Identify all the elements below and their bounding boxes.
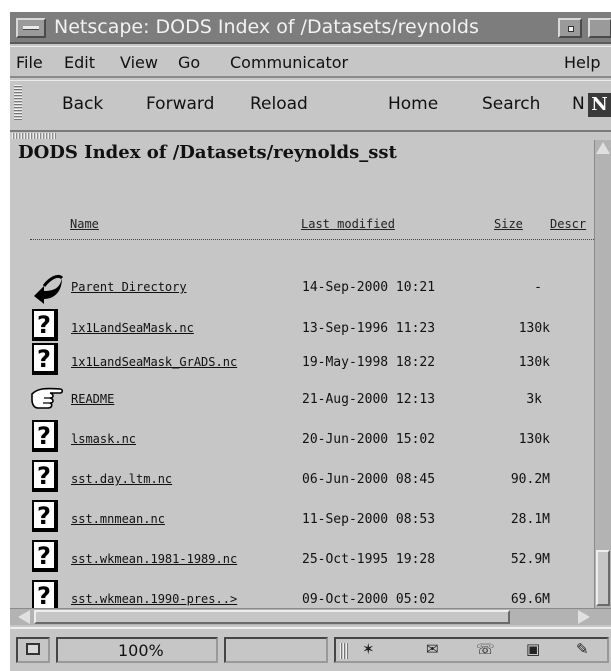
column-header-size[interactable]: Size xyxy=(494,217,523,231)
window-menu-icon xyxy=(23,26,39,30)
file-size: 90.2M xyxy=(510,472,550,487)
minimize-icon xyxy=(568,26,574,32)
file-link[interactable]: lsmask.nc xyxy=(71,432,136,446)
file-link[interactable]: README xyxy=(71,392,114,406)
security-button[interactable] xyxy=(16,637,50,663)
scroll-right-arrow-icon[interactable] xyxy=(578,610,590,624)
menu-communicator[interactable]: Communicator xyxy=(230,53,348,72)
component-bar: ✶ ✉ ☏ ▣ ✎ xyxy=(334,637,609,663)
unknown-file-icon[interactable]: ? xyxy=(32,540,58,572)
list-item: README 21-Aug-2000 12:13 3k xyxy=(10,380,594,420)
file-link[interactable]: 1x1LandSeaMask_GrADS.nc xyxy=(71,355,237,369)
file-modified: 14-Sep-2000 10:21 xyxy=(302,280,436,295)
progress-field: 100% xyxy=(56,637,218,663)
list-item: ? lsmask.nc 20-Jun-2000 15:02 130k xyxy=(10,420,594,460)
file-link[interactable]: sst.wkmean.1981-1989.nc xyxy=(71,552,237,566)
column-header-name[interactable]: Name xyxy=(70,217,99,231)
file-modified: 09-Oct-2000 05:02 xyxy=(302,592,436,607)
file-link[interactable]: 1x1LandSeaMask.nc xyxy=(71,321,194,335)
unknown-file-icon[interactable]: ? xyxy=(32,309,58,341)
browser-window: Netscape: DODS Index of /Datasets/reynol… xyxy=(10,12,611,671)
discussion-icon[interactable]: ☏ xyxy=(476,640,495,658)
vertical-scroll-thumb[interactable] xyxy=(596,550,610,606)
netscape-logo-icon[interactable]: N xyxy=(588,93,611,117)
file-link[interactable]: sst.day.ltm.nc xyxy=(71,472,172,486)
vertical-scrollbar[interactable] xyxy=(594,140,611,608)
horizontal-scroll-thumb[interactable] xyxy=(34,610,510,624)
forward-button[interactable]: Forward xyxy=(146,94,214,114)
menu-bar: File Edit View Go Communicator Help xyxy=(10,46,611,78)
maximize-button[interactable] xyxy=(588,18,611,38)
file-size: 130k xyxy=(518,432,550,447)
list-item: ? 1x1LandSeaMask_GrADS.nc 19-May-1998 18… xyxy=(10,343,594,383)
status-bar: 100% ✶ ✉ ☏ ▣ ✎ xyxy=(10,627,611,671)
unknown-file-icon[interactable]: ? xyxy=(32,420,58,452)
list-item: ? sst.wkmean.1990-pres..> 09-Oct-2000 05… xyxy=(10,580,594,608)
file-size: 28.1M xyxy=(510,512,550,527)
file-modified: 25-Oct-1995 19:28 xyxy=(302,552,436,567)
column-header-last-modified[interactable]: Last modified xyxy=(301,217,395,231)
file-size: 69.6M xyxy=(510,592,550,607)
unknown-file-icon[interactable]: ? xyxy=(32,343,58,375)
hand-pointer-icon[interactable] xyxy=(30,380,64,416)
address-book-icon[interactable]: ▣ xyxy=(526,640,540,658)
navigation-toolbar: Back Forward Reload Home Search N N xyxy=(10,80,611,132)
page-title: DODS Index of /Datasets/reynolds_sst xyxy=(18,142,397,163)
file-modified: 19-May-1998 18:22 xyxy=(302,355,436,370)
back-button[interactable]: Back xyxy=(62,94,103,114)
back-arrow-icon xyxy=(34,274,64,304)
list-item: ? sst.mnmean.nc 11-Sep-2000 08:53 28.1M xyxy=(10,500,594,540)
unknown-file-icon[interactable]: ? xyxy=(32,460,58,492)
scroll-left-arrow-icon[interactable] xyxy=(18,610,30,624)
file-size: 130k xyxy=(518,321,550,336)
list-item: Parent Directory 14-Sep-2000 10:21 - xyxy=(10,268,594,308)
netscape-button-partial[interactable]: N xyxy=(572,94,585,114)
file-modified: 13-Sep-1996 11:23 xyxy=(302,321,436,336)
file-modified: 21-Aug-2000 12:13 xyxy=(302,392,436,407)
file-size: 52.9M xyxy=(510,552,550,567)
file-size: 130k xyxy=(518,355,550,370)
window-menu-button[interactable] xyxy=(16,18,46,38)
page-content: DODS Index of /Datasets/reynolds_sst Nam… xyxy=(10,140,594,608)
progress-percent: 100% xyxy=(118,641,164,660)
title-bar[interactable]: Netscape: DODS Index of /Datasets/reynol… xyxy=(10,12,611,44)
file-modified: 06-Jun-2000 08:45 xyxy=(302,472,436,487)
menu-view[interactable]: View xyxy=(120,53,158,72)
component-bar-grip[interactable] xyxy=(340,643,348,659)
file-link[interactable]: sst.wkmean.1990-pres..> xyxy=(71,592,237,606)
location-bar-grip-handle[interactable] xyxy=(12,133,56,139)
header-divider xyxy=(30,239,594,240)
unknown-file-icon[interactable]: ? xyxy=(32,580,58,608)
search-button[interactable]: Search xyxy=(482,94,540,114)
toolbar-grip-handle[interactable] xyxy=(14,85,22,121)
status-message xyxy=(224,637,328,663)
file-link[interactable]: sst.mnmean.nc xyxy=(71,512,165,526)
reload-button[interactable]: Reload xyxy=(250,94,308,114)
menu-go[interactable]: Go xyxy=(178,53,200,72)
horizontal-scrollbar[interactable] xyxy=(10,608,611,625)
navigator-icon[interactable]: ✶ xyxy=(362,640,375,658)
unknown-file-icon[interactable]: ? xyxy=(32,500,58,532)
file-size: - xyxy=(534,280,542,295)
list-item: ? sst.wkmean.1981-1989.nc 25-Oct-1995 19… xyxy=(10,540,594,580)
minimize-button[interactable] xyxy=(558,18,582,38)
file-modified: 20-Jun-2000 15:02 xyxy=(302,432,436,447)
file-link[interactable]: Parent Directory xyxy=(71,280,187,294)
menu-file[interactable]: File xyxy=(16,53,43,72)
column-header-description[interactable]: Descr xyxy=(550,217,586,231)
window-title: Netscape: DODS Index of /Datasets/reynol… xyxy=(54,16,479,38)
mail-icon[interactable]: ✉ xyxy=(426,640,439,658)
home-button[interactable]: Home xyxy=(388,94,438,114)
menu-edit[interactable]: Edit xyxy=(64,53,95,72)
menu-help[interactable]: Help xyxy=(564,53,600,72)
scroll-up-arrow-icon[interactable] xyxy=(596,142,610,154)
file-modified: 11-Sep-2000 08:53 xyxy=(302,512,436,527)
composer-icon[interactable]: ✎ xyxy=(576,640,589,658)
list-item: ? sst.day.ltm.nc 06-Jun-2000 08:45 90.2M xyxy=(10,460,594,500)
file-size: 3k xyxy=(526,392,542,407)
lock-icon xyxy=(26,643,40,655)
